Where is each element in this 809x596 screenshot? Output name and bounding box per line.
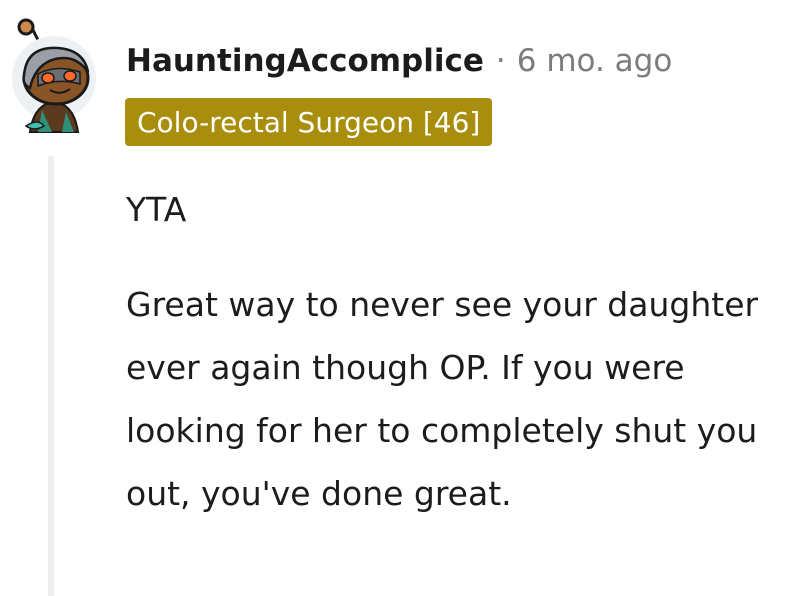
comment-header: HauntingAccomplice · 6 mo. ago: [126, 36, 672, 86]
comment-paragraph: Great way to never see your daughter eve…: [126, 285, 759, 513]
user-avatar[interactable]: [8, 14, 100, 136]
comment: HauntingAccomplice · 6 mo. ago Colo-rect…: [0, 0, 809, 596]
thread-line[interactable]: [48, 156, 54, 596]
comment-paragraph: YTA: [126, 190, 187, 229]
comment-body: YTA Great way to never see your daughter…: [126, 178, 786, 525]
reddit-snoo-avatar-icon: [12, 18, 96, 133]
user-flair-badge: Colo-rectal Surgeon [46]: [125, 98, 493, 146]
comment-timestamp[interactable]: 6 mo. ago: [517, 43, 673, 79]
username-link[interactable]: HauntingAccomplice: [126, 43, 484, 79]
meta-separator: ·: [495, 43, 506, 79]
